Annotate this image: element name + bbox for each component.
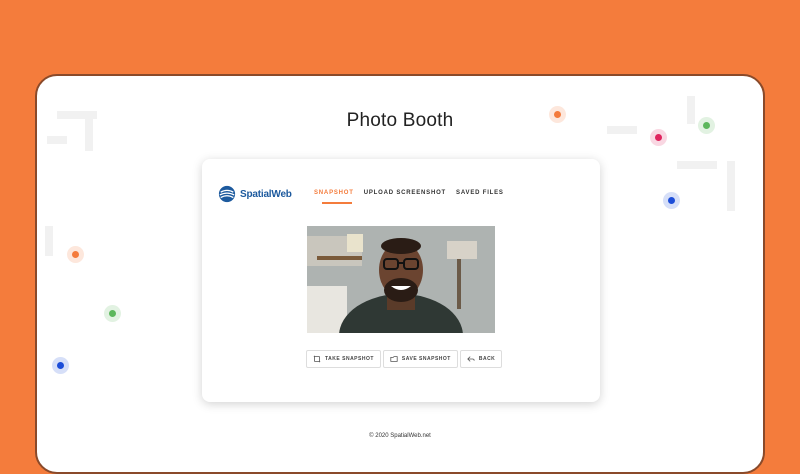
background-decoration: [45, 226, 53, 256]
photo-booth-card: SpatialWeb SNAPSHOT UPLOAD SCREENSHOT SA…: [202, 159, 600, 402]
tab-snapshot[interactable]: SNAPSHOT: [314, 190, 354, 204]
pink-dot: [650, 129, 667, 146]
page-title: Photo Booth: [346, 110, 454, 131]
take-snapshot-button[interactable]: TAKE SNAPSHOT: [306, 350, 381, 368]
nav-tabs: SNAPSHOT UPLOAD SCREENSHOT SAVED FILES: [314, 190, 504, 204]
green-dot: [104, 305, 121, 322]
back-arrow-icon: [467, 356, 475, 362]
footer-copyright: © 2020 SpatialWeb.net: [369, 433, 431, 439]
tab-saved-files[interactable]: SAVED FILES: [456, 190, 504, 196]
background-decoration: [677, 161, 717, 169]
person-photo-image: [307, 226, 495, 333]
back-button[interactable]: BACK: [459, 350, 503, 368]
brand-name: SpatialWeb: [240, 188, 292, 200]
background-decoration: [47, 136, 67, 144]
take-snapshot-label: TAKE SNAPSHOT: [325, 356, 374, 362]
orange-dot: [67, 246, 84, 263]
brand-logo[interactable]: SpatialWeb: [218, 185, 292, 203]
folder-icon: [390, 356, 398, 362]
save-snapshot-label: SAVE SNAPSHOT: [401, 356, 451, 362]
crop-icon: [313, 355, 321, 363]
app-window: Photo Booth SpatialWeb SNAPSHOT UPLOAD S…: [35, 74, 765, 474]
action-buttons: TAKE SNAPSHOT SAVE SNAPSHOT BACK: [306, 350, 503, 368]
save-snapshot-button[interactable]: SAVE SNAPSHOT: [382, 350, 458, 368]
back-label: BACK: [478, 356, 496, 362]
globe-logo-icon: [218, 185, 236, 203]
blue-dot: [663, 192, 680, 209]
webcam-preview: [307, 226, 495, 333]
blue-dot: [52, 357, 69, 374]
tab-upload-screenshot[interactable]: UPLOAD SCREENSHOT: [364, 190, 446, 196]
background-decoration: [727, 161, 735, 211]
